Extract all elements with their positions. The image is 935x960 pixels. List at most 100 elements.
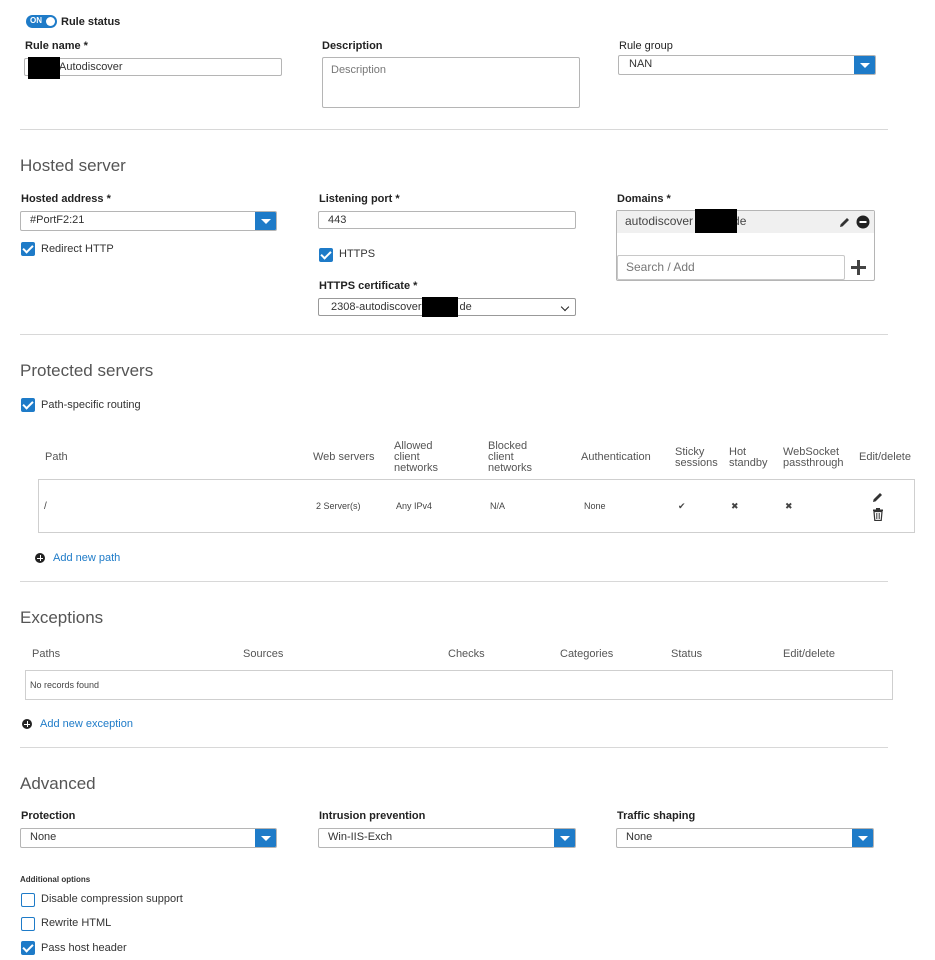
path-routing-label: Path-specific routing (41, 399, 141, 411)
https-certificate-value-prefix: 2308-autodiscover (331, 301, 422, 313)
domains-box: autodiscover de Search / Add (616, 210, 875, 281)
chevron-down-icon[interactable] (255, 212, 276, 230)
listening-port-input[interactable]: 443 (318, 211, 576, 229)
listening-port-value: 443 (328, 214, 347, 226)
rewrite-html-label: Rewrite HTML (41, 917, 112, 929)
edit-icon[interactable] (838, 216, 851, 229)
column-header-path: Path (45, 451, 68, 463)
hosted-address-value: #PortF2:21 (30, 214, 85, 226)
redaction-box (422, 297, 458, 317)
rule-name-value: Autodiscover (59, 61, 123, 73)
rule-group-select[interactable]: NAN (618, 55, 876, 75)
description-label: Description (322, 40, 383, 52)
redirect-http-label: Redirect HTTP (41, 243, 114, 255)
rule-group-value: NAN (629, 58, 653, 70)
rule-status-toggle[interactable]: ON (26, 15, 57, 28)
column-header-sources: Sources (243, 648, 284, 660)
protection-label: Protection (21, 810, 76, 822)
row-blocked: N/A (490, 501, 506, 511)
https-certificate-label: HTTPS certificate * (319, 280, 418, 292)
column-header-blocked: Blocked client networks (488, 440, 533, 474)
chevron-down-icon[interactable] (852, 829, 873, 847)
redirect-http-checkbox[interactable] (21, 242, 35, 256)
table-row: No records found (25, 670, 893, 700)
row-allowed: Any IPv4 (396, 501, 433, 511)
row-path: / (44, 501, 47, 512)
toggle-state-text: ON (30, 16, 42, 25)
table-row: / 2 Server(s) Any IPv4 N/A None ✔ ✖ ✖ (38, 479, 915, 533)
advanced-title: Advanced (20, 774, 96, 793)
add-path-icon[interactable] (35, 553, 45, 563)
column-header-allowed: Allowed client networks (394, 440, 439, 474)
hosted-address-select[interactable]: #PortF2:21 (20, 211, 277, 231)
intrusion-prevention-select[interactable]: Win-IIS-Exch (318, 828, 576, 848)
row-web-servers: 2 Server(s) (316, 501, 361, 511)
column-header-edit-delete: Edit/delete (859, 451, 911, 463)
section-divider (20, 747, 888, 748)
listening-port-label: Listening port * (319, 193, 400, 205)
additional-options-label: Additional options (20, 875, 91, 884)
https-checkbox[interactable] (319, 248, 333, 262)
column-header-websocket: WebSocket passthrough (783, 446, 844, 469)
exceptions-title: Exceptions (20, 608, 104, 627)
chevron-down-icon (560, 302, 570, 312)
https-certificate-value-suffix: de (459, 301, 472, 313)
domain-search-input[interactable]: Search / Add (617, 255, 845, 280)
rule-name-label: Rule name * (25, 40, 88, 52)
chevron-down-icon[interactable] (255, 829, 276, 847)
chevron-down-icon[interactable] (554, 829, 575, 847)
traffic-shaping-select[interactable]: None (616, 828, 874, 848)
protection-select[interactable]: None (20, 828, 277, 848)
path-routing-checkbox[interactable] (21, 398, 35, 412)
column-header-paths: Paths (32, 648, 61, 660)
description-textarea[interactable]: Description (322, 57, 580, 108)
section-divider (20, 581, 888, 582)
hosted-address-label: Hosted address * (21, 193, 111, 205)
edit-icon[interactable] (871, 491, 884, 504)
domain-search-placeholder: Search / Add (626, 260, 695, 274)
traffic-shaping-label: Traffic shaping (617, 810, 696, 822)
https-label: HTTPS (339, 248, 376, 260)
intrusion-prevention-value: Win-IIS-Exch (328, 831, 393, 843)
protection-value: None (30, 831, 57, 843)
traffic-shaping-value: None (626, 831, 653, 843)
column-header-edit-delete: Edit/delete (783, 648, 835, 660)
column-header-authentication: Authentication (581, 451, 651, 463)
domain-item-prefix: autodiscover (625, 214, 694, 228)
section-divider (20, 334, 888, 335)
row-websocket: ✖ (785, 501, 793, 511)
add-new-exception-link[interactable]: Add new exception (40, 718, 133, 730)
trash-icon[interactable] (872, 508, 884, 521)
column-header-checks: Checks (448, 648, 485, 660)
rule-form-panel: ON Rule status Rule name * Autodiscover … (4, 4, 930, 956)
remove-icon[interactable] (856, 215, 870, 229)
row-sticky: ✔ (678, 501, 686, 511)
pass-host-header-checkbox[interactable] (21, 941, 35, 955)
intrusion-prevention-label: Intrusion prevention (319, 810, 426, 822)
chevron-down-icon[interactable] (854, 56, 875, 74)
description-placeholder: Description (331, 64, 387, 76)
redaction-box (695, 209, 737, 233)
row-hot-standby: ✖ (731, 501, 739, 511)
pass-host-header-label: Pass host header (41, 942, 127, 954)
add-icon[interactable] (850, 259, 867, 276)
add-exception-icon[interactable] (22, 719, 32, 729)
section-divider (20, 129, 888, 130)
add-new-path-link[interactable]: Add new path (53, 552, 120, 564)
rewrite-html-checkbox[interactable] (21, 917, 35, 931)
column-header-sticky: Sticky sessions (675, 446, 718, 469)
disable-compression-checkbox[interactable] (21, 893, 35, 907)
column-header-categories: Categories (560, 648, 614, 660)
no-records-text: No records found (30, 680, 100, 690)
row-auth: None (584, 501, 606, 511)
rule-group-label: Rule group (619, 40, 673, 52)
protected-servers-title: Protected servers (20, 361, 154, 380)
hosted-server-title: Hosted server (20, 156, 126, 175)
redaction-box (28, 57, 60, 79)
disable-compression-label: Disable compression support (41, 893, 183, 905)
column-header-hot-standby: Hot standby (729, 446, 768, 469)
rule-name-input[interactable]: Autodiscover (24, 58, 282, 76)
toggle-knob (46, 17, 55, 26)
column-header-web-servers: Web servers (313, 451, 375, 463)
domains-label: Domains * (617, 193, 671, 205)
